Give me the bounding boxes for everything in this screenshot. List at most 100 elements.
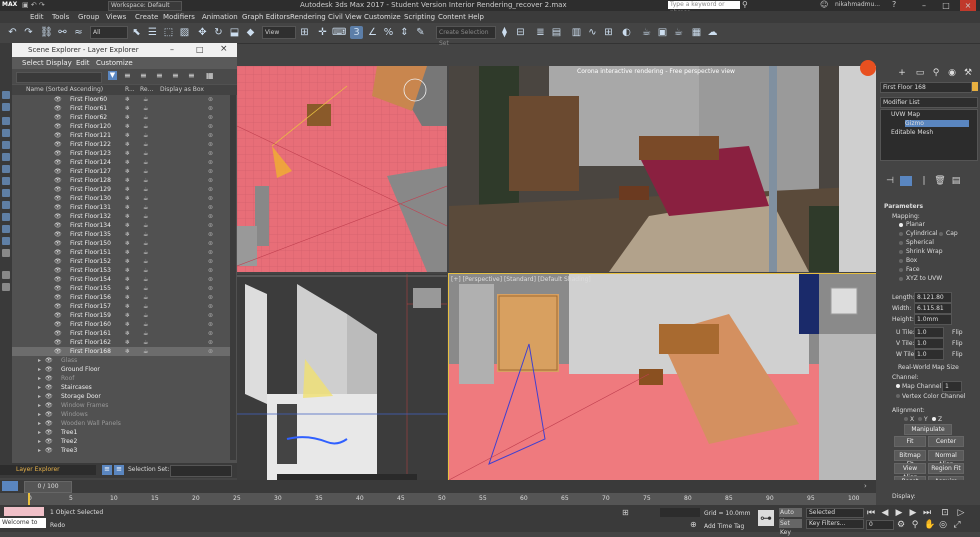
viewport-render[interactable]: Corona interactive rendering - Free pers…: [449, 66, 876, 272]
expand-arrow-icon[interactable]: ▸: [38, 356, 41, 365]
cameras-filter-icon[interactable]: [2, 153, 10, 161]
col-name[interactable]: Name (Sorted Ascending): [26, 86, 103, 93]
visibility-eye-icon[interactable]: 👁: [45, 383, 53, 392]
visibility-eye-icon[interactable]: 👁: [54, 104, 62, 113]
expand-arrow-icon[interactable]: ▸: [38, 374, 41, 383]
track-bar[interactable]: 0510152025303540455055606570758085909510…: [0, 493, 876, 505]
menu-views[interactable]: Views: [106, 13, 126, 21]
renderable-icon[interactable]: ☕: [143, 239, 148, 248]
corona-icon[interactable]: [860, 60, 876, 76]
col-display-as-box[interactable]: Display as Box: [160, 86, 204, 93]
visibility-eye-icon[interactable]: 👁: [45, 437, 53, 446]
object-row[interactable]: 👁 First Floor122 ❄ ☕ ⊛: [12, 140, 230, 149]
visibility-eye-icon[interactable]: 👁: [54, 293, 62, 302]
visibility-eye-icon[interactable]: 👁: [54, 329, 62, 338]
visibility-eye-icon[interactable]: 👁: [54, 275, 62, 284]
menu-content[interactable]: Content: [438, 13, 466, 21]
display-as-box-icon[interactable]: ⊛: [208, 122, 213, 131]
set-key-icon[interactable]: ⊶: [758, 510, 774, 526]
layer-row[interactable]: ▸ 👁 Tree1: [12, 428, 230, 437]
close-button[interactable]: ×: [960, 0, 976, 11]
map-channel-field[interactable]: 1: [942, 381, 962, 392]
utilities-tab-icon[interactable]: ⚒: [962, 68, 974, 78]
renderable-icon[interactable]: ☕: [143, 212, 148, 221]
rendered-frame-window-icon[interactable]: ▣: [656, 26, 669, 39]
visibility-eye-icon[interactable]: 👁: [54, 113, 62, 122]
go-to-end-icon[interactable]: ⏭: [922, 508, 932, 518]
display-as-box-icon[interactable]: ⊛: [208, 113, 213, 122]
workspace-dropdown[interactable]: Workspace: Default: [108, 1, 182, 11]
visibility-eye-icon[interactable]: 👁: [54, 158, 62, 167]
lock-icon[interactable]: [2, 283, 10, 291]
object-row[interactable]: 👁 First Floor156 ❄ ☕ ⊛: [12, 293, 230, 302]
object-row[interactable]: 👁 First Floor152 ❄ ☕ ⊛: [12, 257, 230, 266]
playhead[interactable]: [28, 493, 30, 505]
freeze-icon[interactable]: ❄: [125, 176, 130, 185]
make-unique-icon[interactable]: ∣: [918, 176, 930, 186]
graphite-ribbon-icon[interactable]: ▥: [570, 26, 583, 39]
display-as-box-icon[interactable]: ⊛: [208, 158, 213, 167]
layer-hide-icon[interactable]: ≡: [156, 71, 163, 80]
quick-access-icons[interactable]: ▣ ↶ ↷: [22, 1, 45, 9]
material-editor-icon[interactable]: ◐: [620, 26, 633, 39]
center-button[interactable]: Center: [928, 436, 964, 447]
schematic-view-icon[interactable]: ⊞: [602, 26, 615, 39]
modifier-list-dropdown[interactable]: Modifier List: [880, 97, 978, 108]
fit-button[interactable]: Fit: [894, 436, 926, 447]
vertex-color-radio[interactable]: [896, 394, 900, 398]
renderable-icon[interactable]: ☕: [143, 95, 148, 104]
x-coord-field[interactable]: [660, 508, 700, 517]
object-row[interactable]: 👁 First Floor129 ❄ ☕ ⊛: [12, 185, 230, 194]
layer-row[interactable]: ▸ 👁 Staircases: [12, 383, 230, 392]
align-icon[interactable]: ⊟: [514, 26, 527, 39]
minimize-button[interactable]: –: [916, 0, 932, 11]
containers-filter-icon[interactable]: [2, 225, 10, 233]
add-time-tag[interactable]: Add Time Tag: [704, 523, 744, 530]
visibility-eye-icon[interactable]: 👁: [45, 410, 53, 419]
vtile-field[interactable]: 1.0: [914, 338, 944, 349]
select-by-name-icon[interactable]: ☰: [146, 26, 159, 39]
mapping-radio[interactable]: [899, 232, 903, 236]
xrefs-filter-icon[interactable]: [2, 201, 10, 209]
render-setup-icon[interactable]: ☕: [640, 26, 653, 39]
object-color-swatch[interactable]: [972, 82, 978, 91]
renderable-icon[interactable]: ☕: [143, 149, 148, 158]
display-as-box-icon[interactable]: ⊛: [208, 284, 213, 293]
mapping-radio[interactable]: [899, 223, 903, 227]
renderable-icon[interactable]: ☕: [143, 140, 148, 149]
visibility-eye-icon[interactable]: 👁: [54, 131, 62, 140]
freeze-icon[interactable]: ❄: [125, 257, 130, 266]
visibility-eye-icon[interactable]: 👁: [54, 257, 62, 266]
mapping-radio[interactable]: [899, 241, 903, 245]
expand-arrow-icon[interactable]: ▸: [38, 437, 41, 446]
object-row[interactable]: 👁 First Floor159 ❄ ☕ ⊛: [12, 311, 230, 320]
bind-icon[interactable]: ≈: [72, 26, 85, 39]
visibility-eye-icon[interactable]: 👁: [54, 212, 62, 221]
col-render[interactable]: Re...: [140, 86, 153, 93]
spacewarps-filter-icon[interactable]: [2, 177, 10, 185]
object-row[interactable]: 👁 First Floor130 ❄ ☕ ⊛: [12, 194, 230, 203]
view-align-button[interactable]: View Align: [894, 463, 926, 481]
renderable-icon[interactable]: ☕: [143, 266, 148, 275]
menu-customize[interactable]: Customize: [96, 59, 133, 67]
freeze-icon[interactable]: ❄: [125, 158, 130, 167]
menu-create[interactable]: Create: [135, 13, 158, 21]
renderable-icon[interactable]: ☕: [143, 284, 148, 293]
flip-u[interactable]: Flip: [952, 329, 963, 336]
renderable-icon[interactable]: ☕: [143, 203, 148, 212]
layer-row[interactable]: ▸ 👁 Windows: [12, 410, 230, 419]
object-row[interactable]: 👁 First Floor134 ❄ ☕ ⊛: [12, 221, 230, 230]
geometry-filter-icon[interactable]: [2, 117, 10, 125]
binoculars-icon[interactable]: ⚲: [742, 0, 748, 9]
renderable-icon[interactable]: ☕: [143, 194, 148, 203]
freeze-icon[interactable]: ❄: [125, 284, 130, 293]
display-as-box-icon[interactable]: ⊛: [208, 176, 213, 185]
freeze-icon[interactable]: ❄: [125, 203, 130, 212]
renderable-icon[interactable]: ☕: [143, 176, 148, 185]
close-icon[interactable]: ×: [220, 44, 228, 54]
renderable-icon[interactable]: ☕: [143, 248, 148, 257]
freeze-icon[interactable]: ❄: [125, 131, 130, 140]
mapping-radio[interactable]: [899, 277, 903, 281]
freeze-icon[interactable]: ❄: [125, 95, 130, 104]
keyboard-shortcut-icon[interactable]: ⌨: [332, 26, 346, 39]
